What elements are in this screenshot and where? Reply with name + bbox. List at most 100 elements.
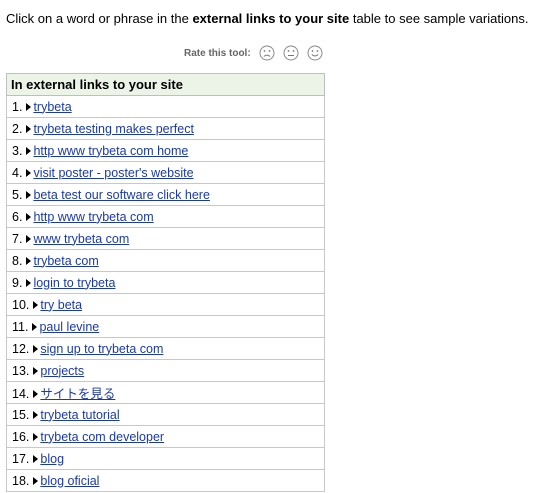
table-cell: 4. visit poster - poster's website — [6, 161, 325, 184]
table-cell: 16. trybeta com developer — [6, 425, 325, 448]
row-number: 11. — [12, 319, 29, 334]
row-number: 13. — [12, 363, 30, 378]
row-number: 5. — [12, 187, 23, 202]
expand-arrow-icon[interactable] — [26, 212, 32, 221]
intro-text: Click on a word or phrase in the externa… — [6, 11, 528, 27]
happy-face-icon[interactable] — [307, 45, 323, 61]
phrase-link[interactable]: trybeta testing makes perfect — [33, 122, 194, 136]
expand-arrow-icon[interactable] — [33, 390, 39, 398]
table-row: 18. blog oficial — [6, 469, 325, 492]
intro-prefix: Click on a word or phrase in the — [6, 11, 193, 26]
table-row: 17. blog — [6, 447, 325, 470]
phrase-link[interactable]: blog — [40, 452, 64, 466]
phrase-link[interactable]: beta test our software click here — [33, 188, 209, 202]
table-row: 2. trybeta testing makes perfect — [6, 117, 325, 140]
row-number: 18. — [12, 473, 30, 488]
row-number: 6. — [12, 209, 23, 224]
table-cell: 8. trybeta com — [6, 249, 325, 272]
expand-arrow-icon[interactable] — [32, 322, 38, 331]
row-number: 3. — [12, 143, 23, 158]
phrase-link[interactable]: サイトを見る — [40, 387, 115, 401]
table-cell: 15. trybeta tutorial — [6, 403, 325, 426]
expand-arrow-icon[interactable] — [33, 410, 39, 419]
table-cell: 13. projects — [6, 359, 325, 382]
table-row: 4. visit poster - poster's website — [6, 161, 325, 184]
phrase-link[interactable]: login to trybeta — [33, 276, 115, 290]
neutral-face-icon[interactable] — [283, 45, 299, 61]
expand-arrow-icon[interactable] — [33, 476, 39, 485]
row-number: 2. — [12, 121, 23, 136]
table-cell: 6. http www trybeta com — [6, 205, 325, 228]
phrase-link[interactable]: try beta — [40, 298, 82, 312]
phrase-link[interactable]: blog oficial — [40, 474, 99, 488]
table-row: 12. sign up to trybeta com — [6, 337, 325, 360]
row-number: 16. — [12, 429, 30, 444]
table-cell: 9. login to trybeta — [6, 271, 325, 294]
expand-arrow-icon[interactable] — [26, 190, 32, 199]
table-row: 14. サイトを見る — [6, 381, 325, 404]
row-number: 4. — [12, 165, 23, 180]
phrase-link[interactable]: trybeta com developer — [40, 430, 164, 444]
table-cell: 5. beta test our software click here — [6, 183, 325, 206]
table-cell: 11. paul levine — [6, 315, 325, 338]
expand-arrow-icon[interactable] — [26, 124, 32, 133]
table-row: 11. paul levine — [6, 315, 325, 338]
phrase-link[interactable]: projects — [40, 364, 84, 378]
table-body: 1. trybeta 2. trybeta testing makes perfect… — [6, 95, 325, 492]
phrase-link[interactable]: http www trybeta com home — [33, 144, 188, 158]
expand-arrow-icon[interactable] — [33, 432, 39, 441]
phrase-link[interactable]: paul levine — [39, 320, 99, 334]
row-number: 1. — [12, 99, 23, 114]
table-row: 16. trybeta com developer — [6, 425, 325, 448]
table-row: 13. projects — [6, 359, 325, 382]
table-cell: 10. try beta — [6, 293, 325, 316]
expand-arrow-icon[interactable] — [26, 168, 32, 177]
phrase-link[interactable]: sign up to trybeta com — [40, 342, 163, 356]
row-number: 15. — [12, 407, 30, 422]
phrase-link[interactable]: trybeta — [33, 100, 71, 114]
phrase-link[interactable]: visit poster - poster's website — [33, 166, 193, 180]
table-header: In external links to your site — [6, 73, 325, 96]
table-header-row: In external links to your site — [6, 73, 325, 96]
table-row: 15. trybeta tutorial — [6, 403, 325, 426]
table-cell: 2. trybeta testing makes perfect — [6, 117, 325, 140]
table-cell: 12. sign up to trybeta com — [6, 337, 325, 360]
intro-bold: external links to your site — [192, 11, 350, 26]
row-number: 9. — [12, 275, 23, 290]
table-cell: 1. trybeta — [6, 95, 325, 118]
table-row: 10. try beta — [6, 293, 325, 316]
table-row: 9. login to trybeta — [6, 271, 325, 294]
expand-arrow-icon[interactable] — [26, 102, 32, 111]
external-links-table: In external links to your site 1. trybeta… — [6, 73, 325, 492]
table-cell: 7. www trybeta com — [6, 227, 325, 250]
table-row: 8. trybeta com — [6, 249, 325, 272]
expand-arrow-icon[interactable] — [26, 146, 32, 155]
row-number: 12. — [12, 341, 30, 356]
row-number: 14. — [12, 387, 30, 401]
rate-tool-bar: Rate this tool: — [184, 45, 331, 61]
table-cell: 14. サイトを見る — [6, 381, 325, 404]
intro-suffix: table to see sample variations. — [349, 11, 529, 26]
phrase-link[interactable]: trybeta tutorial — [40, 408, 119, 422]
table-cell: 17. blog — [6, 447, 325, 470]
expand-arrow-icon[interactable] — [33, 300, 39, 309]
row-number: 7. — [12, 231, 23, 246]
expand-arrow-icon[interactable] — [33, 366, 39, 375]
expand-arrow-icon[interactable] — [33, 344, 39, 353]
sad-face-icon[interactable] — [259, 45, 275, 61]
phrase-link[interactable]: trybeta com — [33, 254, 98, 268]
expand-arrow-icon[interactable] — [26, 234, 32, 243]
row-number: 17. — [12, 451, 30, 466]
phrase-link[interactable]: www trybeta com — [33, 232, 129, 246]
phrase-link[interactable]: http www trybeta com — [33, 210, 153, 224]
table-cell: 3. http www trybeta com home — [6, 139, 325, 162]
table-row: 7. www trybeta com — [6, 227, 325, 250]
expand-arrow-icon[interactable] — [33, 454, 39, 463]
table-row: 1. trybeta — [6, 95, 325, 118]
expand-arrow-icon[interactable] — [26, 256, 32, 265]
table-row: 5. beta test our software click here — [6, 183, 325, 206]
expand-arrow-icon[interactable] — [26, 278, 32, 287]
table-row: 6. http www trybeta com — [6, 205, 325, 228]
table-cell: 18. blog oficial — [6, 469, 325, 492]
rate-label: Rate this tool: — [184, 47, 251, 59]
